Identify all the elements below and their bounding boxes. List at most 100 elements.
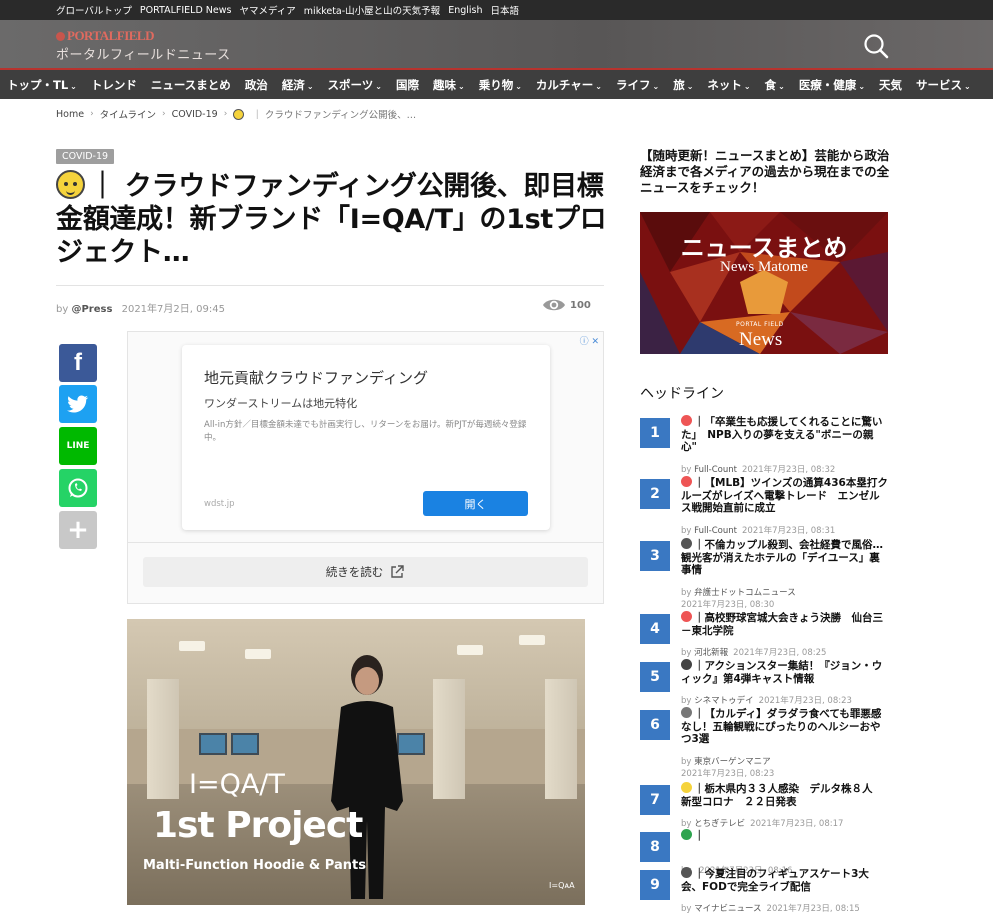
read-more-label: 続きを読む — [325, 565, 384, 579]
nav-item[interactable]: サービス ⌄ — [909, 77, 978, 93]
headline-source[interactable]: Full-Count — [694, 465, 737, 475]
article-title-text: ｜ クラウドファンディング公開後、即目標金額達成！新ブランド「I=QA/T」の1… — [56, 171, 607, 268]
headline-emoji-icon — [681, 538, 692, 549]
nav-item[interactable]: 食 ⌄ — [758, 77, 792, 93]
headline-source[interactable]: Full-Count — [694, 526, 737, 536]
headline-meta: by 河北新報 2021年7月23日, 08:25 — [681, 646, 826, 658]
nav-item[interactable]: スポーツ ⌄ — [321, 77, 389, 93]
top-link-bar: グローバルトップ PORTALFIELD News ヤマメディア mikketa-山小… — [0, 0, 993, 20]
line-share-button[interactable]: LINE — [59, 427, 97, 465]
top-link[interactable]: 日本語 — [491, 3, 520, 17]
logo-main-text: PORTALFIELD — [67, 28, 154, 43]
nav-item-label: 国際 — [396, 77, 419, 92]
nav-item-label: トレンド — [90, 77, 137, 92]
twitter-share-button[interactable] — [59, 385, 97, 423]
headline-rank-badge: 7 — [640, 785, 670, 815]
news-matome-banner[interactable]: ニュースまとめ News Matome PORTAL FIELD News — [640, 212, 888, 354]
headline-link[interactable]: ｜「卒業生も応援してくれることに驚いた」 NPB入りの夢を支える"ボニーの親心" — [681, 415, 888, 454]
headline-rank-badge: 5 — [640, 662, 670, 692]
headline-by: by — [681, 757, 695, 767]
top-link[interactable]: mikketa-山小屋と山の天気予報 — [304, 3, 440, 17]
headline-rank-badge: 8 — [640, 832, 670, 862]
headline-link[interactable]: ｜栃木県内３３人感染 デルタ株８人 新型コロナ ２２日発表 — [681, 782, 888, 808]
category-tag[interactable]: COVID-19 — [56, 149, 115, 164]
chevron-down-icon: ⌄ — [458, 81, 465, 91]
search-button[interactable] — [862, 32, 890, 60]
headline-source[interactable]: とちぎテレビ — [694, 819, 745, 829]
chevron-down-icon: ⌄ — [306, 81, 314, 91]
site-logo[interactable]: PORTALFIELD ポータルフィールドニュース — [56, 28, 231, 63]
headline-link[interactable]: ｜今夏注目のフィギュアスケート3大会、FODで完全ライブ配信 — [681, 867, 888, 893]
headline-source[interactable]: 東京バーゲンマニア — [694, 757, 771, 767]
headline-link[interactable]: ｜【カルディ】ダラダラ食べても罪悪感なし！五輪観戦にぴったりのヘルシーおやつ3選 — [681, 707, 888, 746]
headline-link[interactable]: ｜アクションスター集結！『ジョン・ウィック』第4弾キャスト情報 — [681, 659, 888, 685]
nav-item[interactable]: トップ・TL ⌄ — [0, 77, 84, 93]
hero-description: Malti-Function Hoodie & Pants — [143, 858, 366, 873]
headline-source[interactable]: シネマトゥデイ — [694, 696, 754, 706]
headline-source[interactable]: 弁護士ドットコムニュース — [694, 588, 796, 598]
nav-item[interactable]: 医療・健康 ⌄ — [792, 77, 872, 93]
nav-item[interactable]: 趣味 ⌄ — [426, 77, 472, 93]
whatsapp-share-button[interactable] — [59, 469, 97, 507]
ad-block: ⓘ ✕ 地元貢献クラウドファンディング ワンダーストリームは地元特化 All-i… — [127, 331, 604, 604]
headline-emoji-icon — [681, 867, 692, 878]
nav-item[interactable]: 天気 — [872, 77, 909, 93]
headline-emoji-icon — [681, 829, 692, 840]
nav-item-label: トップ・TL — [7, 77, 69, 92]
headline-date: 2021年7月23日, 08:31 — [742, 526, 836, 536]
nav-item[interactable]: ニュースまとめ — [144, 77, 238, 93]
headline-emoji-icon — [681, 707, 692, 718]
facebook-share-button[interactable]: f — [59, 344, 97, 382]
nav-item[interactable]: 経済 ⌄ — [275, 77, 321, 93]
nav-item[interactable]: 乗り物 ⌄ — [472, 77, 529, 93]
ad-open-button[interactable]: 開く — [423, 491, 528, 516]
ad-subtitle: ワンダーストリームは地元特化 — [204, 397, 358, 410]
headline-link[interactable]: ｜高校野球宮城大会きょう決勝 仙台三－東北学院 — [681, 611, 888, 637]
more-share-button[interactable]: + — [59, 511, 97, 549]
headline-source[interactable]: 河北新報 — [694, 648, 728, 658]
headline-source[interactable]: マイナビニュース — [694, 904, 761, 913]
nav-item[interactable]: ライフ ⌄ — [609, 77, 666, 93]
breadcrumb-home[interactable]: Home — [56, 109, 84, 120]
headline-section-title: ヘッドライン — [640, 386, 724, 402]
title-divider — [56, 285, 604, 286]
headline-date: 2021年7月23日, 08:23 — [758, 696, 852, 706]
nav-item[interactable]: ネット ⌄ — [700, 77, 757, 93]
author-prefix: by — [56, 304, 69, 315]
headline-by: by — [681, 819, 695, 829]
promo-heading[interactable]: 【随時更新！ニュースまとめ】芸能から政治経済まで各メディアの過去から現在までの全… — [640, 148, 892, 196]
headline-text: ｜今夏注目のフィギュアスケート3大会、FODで完全ライブ配信 — [681, 868, 869, 893]
read-more-button[interactable]: 続きを読む — [143, 557, 588, 587]
article-date: 2021年7月2日, 09:45 — [121, 304, 225, 315]
headline-link[interactable]: ｜不倫カップル殺到、会社経費で風俗…観光客が消えたホテルの「デイユース」裏事情 — [681, 538, 888, 577]
whatsapp-icon — [68, 478, 88, 498]
headline-link[interactable]: ｜【MLB】ツインズの通算436本塁打クルーズがレイズへ電撃トレード エンゼルス… — [681, 476, 888, 515]
nav-item-label: スポーツ — [327, 77, 374, 92]
nav-item-label: 天気 — [879, 77, 903, 92]
ad-choices-icon[interactable]: ⓘ ✕ — [580, 334, 599, 347]
nav-item[interactable]: 国際 — [389, 77, 426, 93]
chevron-down-icon: ⌄ — [778, 81, 785, 91]
headline-emoji-icon — [681, 782, 692, 793]
ad-card[interactable]: 地元貢献クラウドファンディング ワンダーストリームは地元特化 All-in方針／… — [182, 345, 550, 530]
eye-icon — [543, 299, 565, 311]
breadcrumb-covid[interactable]: COVID-19 — [172, 109, 218, 120]
nav-item[interactable]: 政治 — [238, 77, 275, 93]
chevron-down-icon: ⌄ — [515, 81, 522, 91]
hero-brand: I=QA/T — [189, 769, 285, 800]
nav-item[interactable]: トレンド — [84, 77, 144, 93]
nav-item[interactable]: 旅 ⌄ — [666, 77, 700, 93]
article-author[interactable]: @Press — [71, 304, 112, 315]
breadcrumb-timeline[interactable]: タイムライン — [100, 107, 156, 121]
nav-item-label: 政治 — [244, 77, 268, 92]
top-link[interactable]: English — [448, 5, 482, 16]
nav-item-label: ライフ — [616, 77, 651, 92]
article-meta: by @Press 2021年7月2日, 09:45 — [56, 300, 225, 315]
ad-domain: wdst.jp — [204, 499, 235, 509]
top-link[interactable]: PORTALFIELD News — [140, 5, 232, 16]
headline-link[interactable]: ｜ — [681, 829, 888, 843]
top-link[interactable]: グローバルトップ — [56, 3, 132, 17]
nav-item[interactable]: カルチャー ⌄ — [529, 77, 609, 93]
top-link[interactable]: ヤマメディア — [239, 3, 295, 17]
nav-item-label: 経済 — [281, 77, 305, 92]
